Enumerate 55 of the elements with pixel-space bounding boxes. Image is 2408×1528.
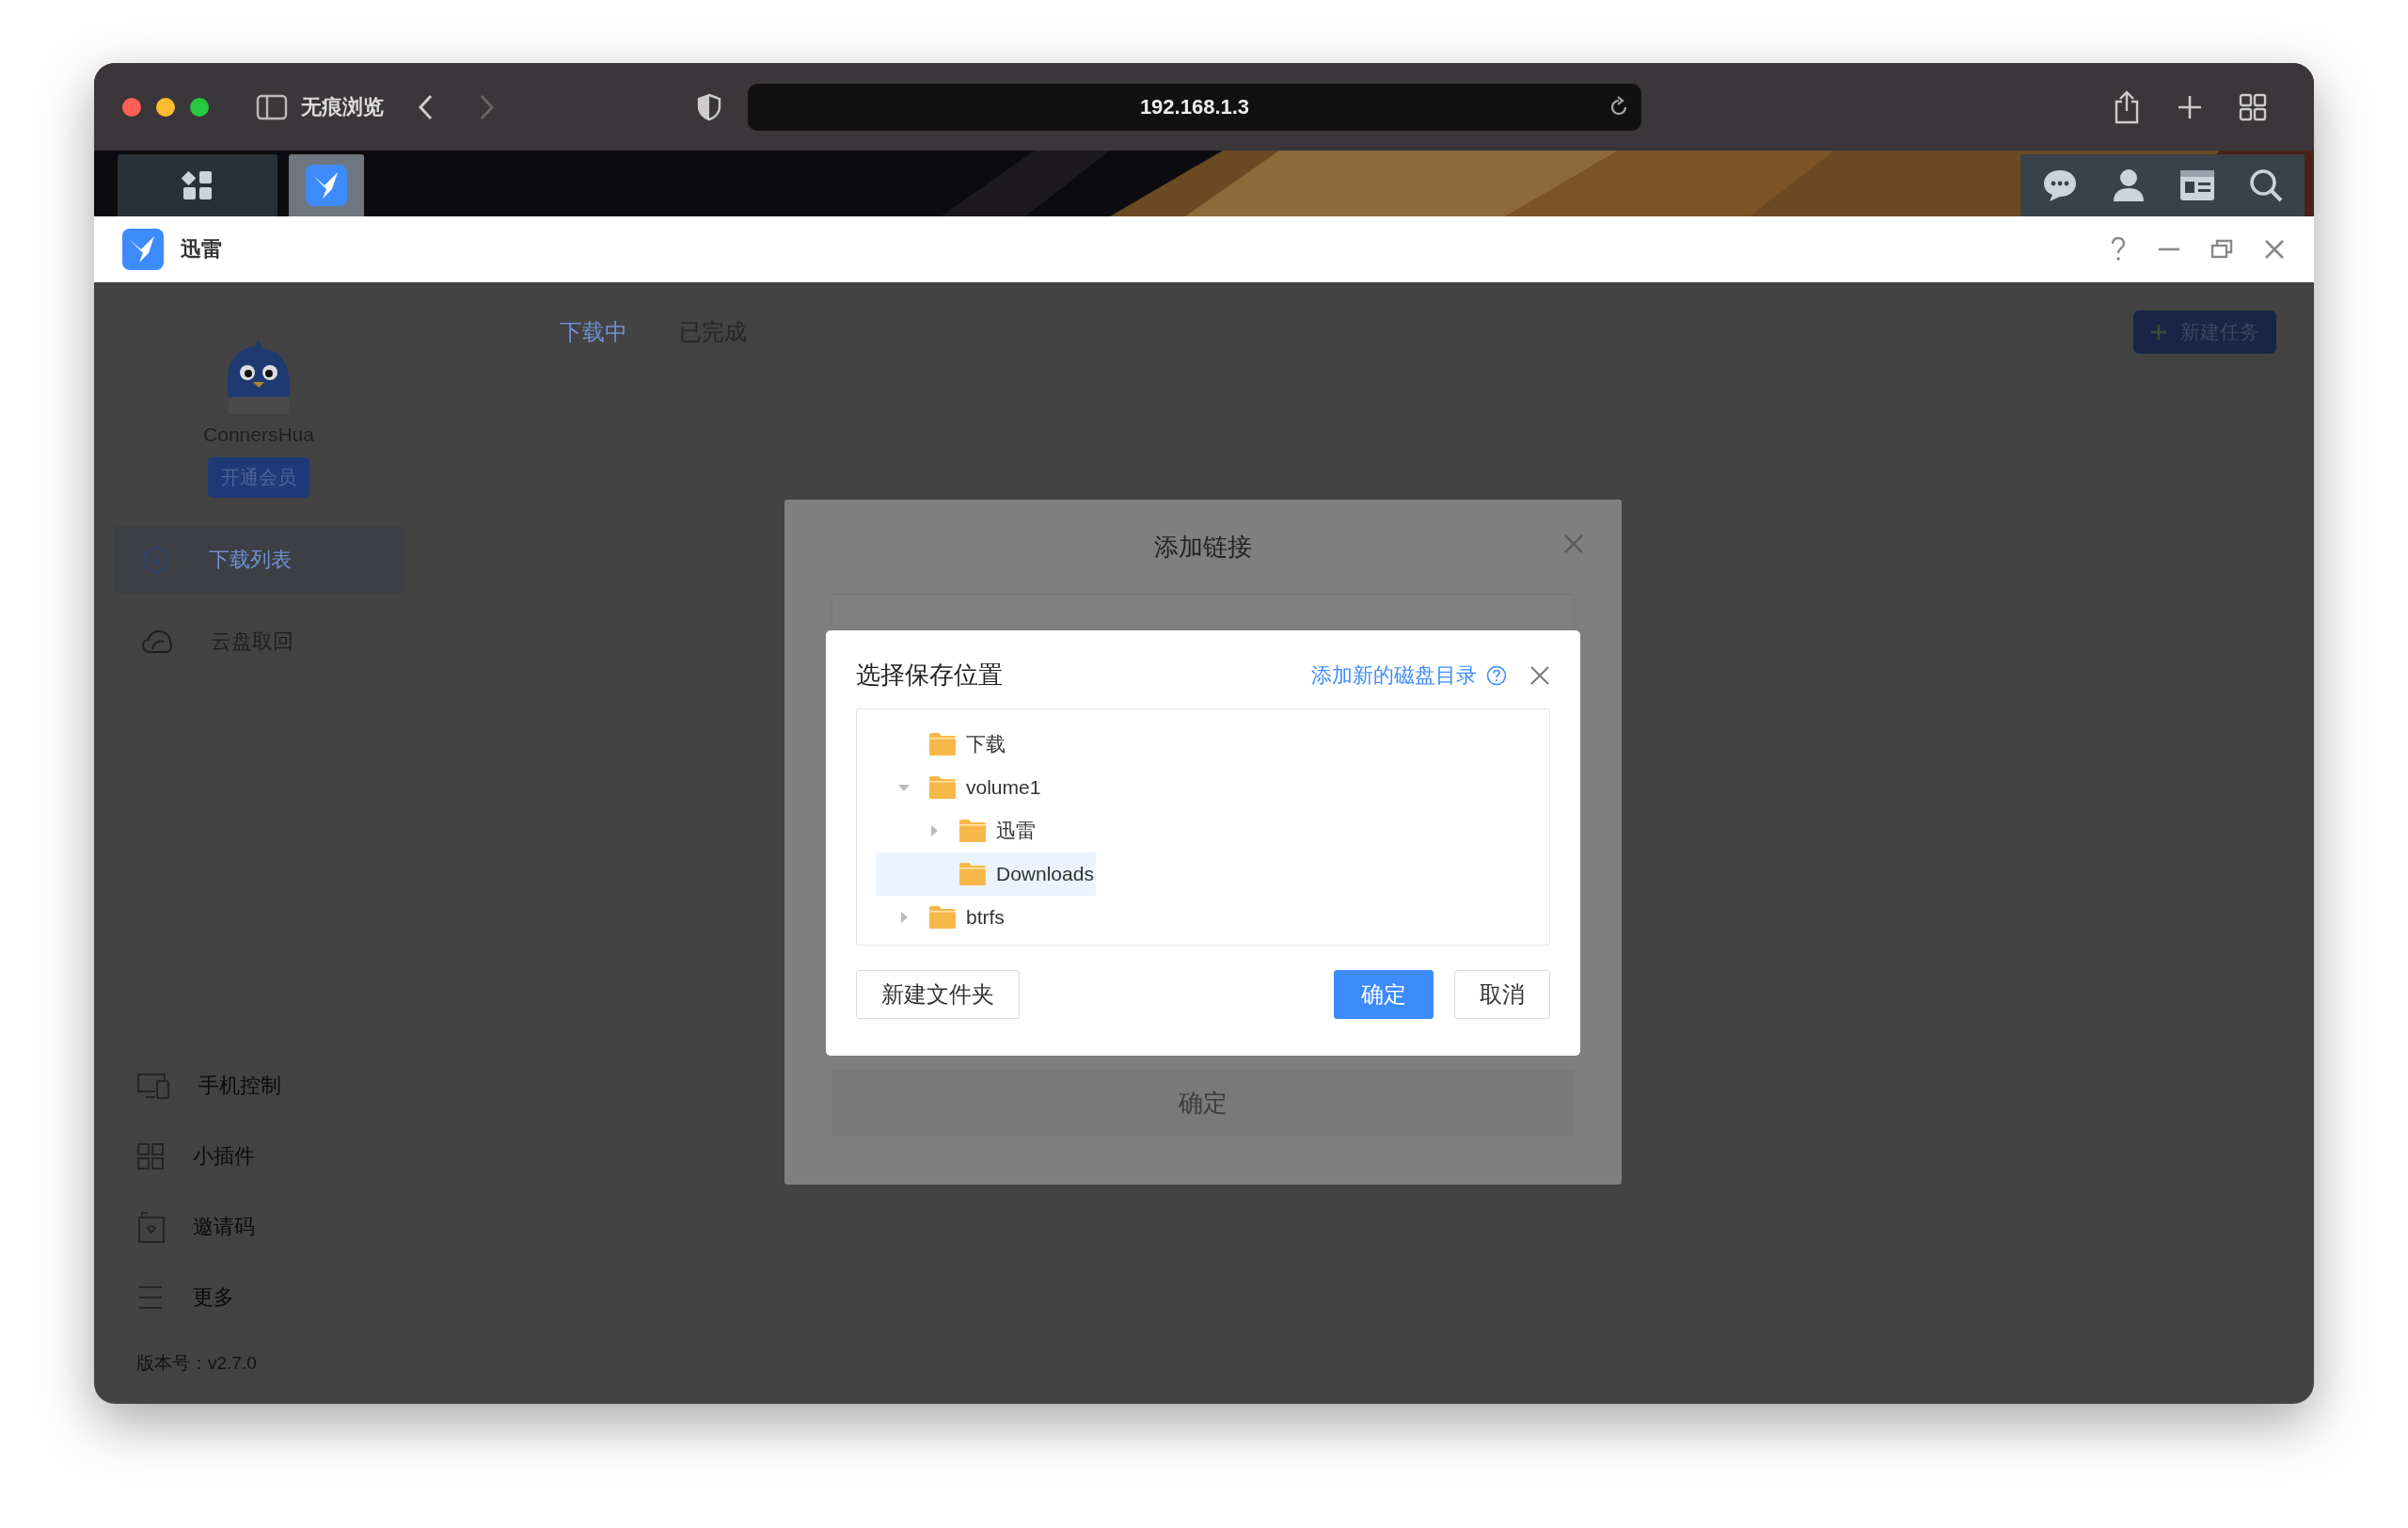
close-window-button[interactable] (122, 97, 141, 117)
download-icon (141, 545, 171, 575)
folder-item[interactable]: 下载 (876, 723, 1007, 766)
menu-icon (136, 1284, 165, 1310)
minimize-window-button[interactable] (156, 97, 175, 117)
search-icon[interactable] (2248, 167, 2284, 203)
gift-card-icon (136, 1210, 165, 1243)
address-field[interactable]: 192.168.1.3 (748, 83, 1641, 131)
sidebar-item[interactable]: 邀请码 (113, 1191, 404, 1262)
sidebar-item[interactable]: 手机控制 (113, 1050, 404, 1121)
id-card-icon[interactable] (2178, 167, 2216, 203)
sidebar-item[interactable]: 小插件 (113, 1121, 404, 1191)
widgets-icon (136, 1141, 165, 1170)
new-folder-button[interactable]: 新建文件夹 (856, 970, 1020, 1019)
folder-icon (958, 819, 987, 843)
user-icon[interactable] (2111, 167, 2147, 203)
taskbar-app-button[interactable] (118, 154, 277, 216)
devices-icon (136, 1072, 170, 1099)
plus-icon (2150, 324, 2167, 341)
sidebar-item[interactable]: 下载列表 (113, 526, 404, 594)
private-browsing-label: 无痕浏览 (301, 93, 384, 120)
restore-icon[interactable] (2210, 238, 2233, 261)
folder-item[interactable]: 迅雷 (876, 809, 1038, 852)
chat-icon[interactable] (2041, 167, 2079, 203)
help-icon[interactable] (1486, 664, 1507, 686)
close-icon[interactable] (2263, 238, 2286, 261)
add-disk-directory-link[interactable]: 添加新的磁盘目录 (1311, 661, 1477, 690)
app-title: 迅雷 (181, 236, 222, 263)
folder-item[interactable]: btrfs (876, 896, 1006, 939)
close-icon[interactable] (1529, 664, 1550, 686)
folder-icon (928, 775, 957, 800)
ok-button[interactable]: 确定 (1334, 970, 1434, 1019)
sidebar-item[interactable]: 更多 (113, 1262, 404, 1332)
dialog-title: 添加链接 (1154, 531, 1252, 563)
bird-logo-icon (122, 229, 164, 270)
tab[interactable]: 下载中 (560, 317, 627, 347)
help-icon[interactable] (2109, 237, 2128, 262)
folder-item[interactable]: volume1 (876, 766, 1043, 809)
taskbar-app-button[interactable] (289, 154, 364, 216)
apps-icon (182, 169, 214, 201)
cloud-icon (141, 629, 173, 655)
cancel-button[interactable]: 取消 (1454, 970, 1550, 1019)
tab-overview-icon[interactable] (2239, 92, 2267, 121)
zoom-window-button[interactable] (190, 97, 209, 117)
folder-icon (928, 732, 957, 756)
shield-icon[interactable] (697, 92, 721, 121)
share-icon[interactable] (2113, 89, 2141, 124)
folder-icon (958, 862, 987, 886)
sidebar-icon[interactable] (256, 93, 288, 120)
confirm-button[interactable]: 确定 (832, 1070, 1575, 1136)
dialog-title: 选择保存位置 (856, 660, 1003, 691)
new-tab-icon[interactable] (2177, 93, 2203, 120)
folder-item[interactable]: Downloads (876, 852, 1096, 896)
folder-icon (928, 905, 957, 930)
bird-logo-icon (306, 165, 347, 206)
